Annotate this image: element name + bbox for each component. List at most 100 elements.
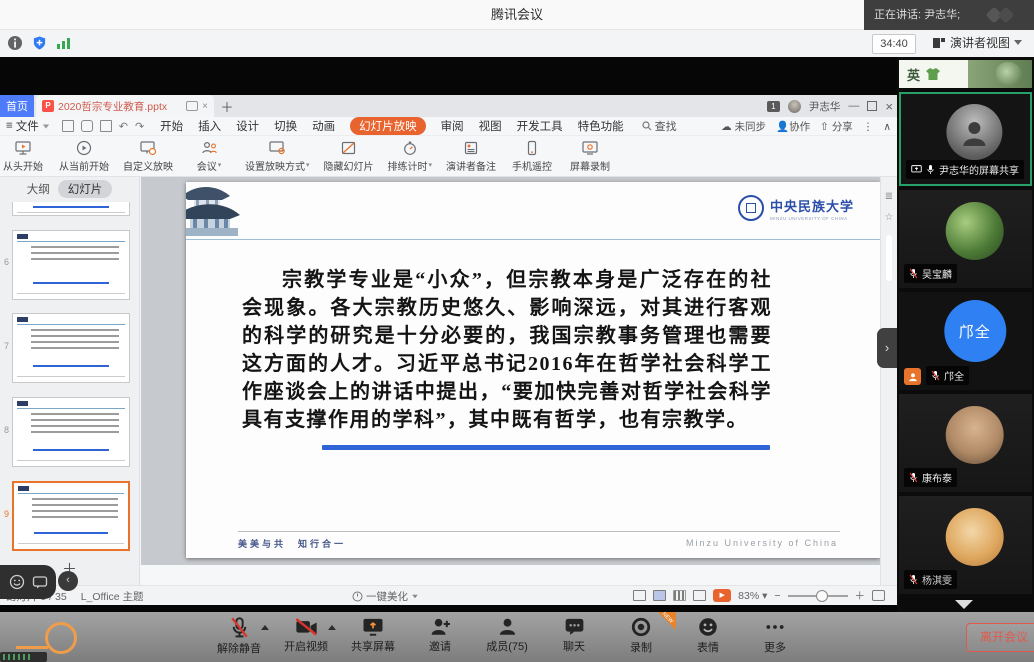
security-shield-icon[interactable] bbox=[32, 35, 47, 51]
participant-tile-partial[interactable]: 英 bbox=[899, 60, 1032, 88]
ribbon-from-beginning[interactable]: 从头开始 bbox=[0, 140, 52, 173]
close-tab-icon[interactable]: × bbox=[202, 101, 208, 112]
chat-bubble-icon[interactable] bbox=[32, 575, 48, 590]
fullscreen-icon[interactable] bbox=[872, 590, 885, 601]
members-button[interactable]: 成员(75) bbox=[484, 617, 530, 656]
search-box[interactable]: 查找 bbox=[642, 118, 677, 134]
print-preview-icon[interactable] bbox=[100, 120, 112, 132]
menu-home[interactable]: 开始 bbox=[160, 118, 183, 134]
sidebar-expand-handle[interactable]: › bbox=[877, 328, 897, 368]
star-tools-icon[interactable]: ☆ bbox=[881, 212, 897, 223]
beautify-button[interactable]: 一键美化 bbox=[352, 589, 419, 604]
network-signal-icon[interactable] bbox=[56, 36, 71, 50]
menu-view[interactable]: 视图 bbox=[479, 118, 502, 134]
window-minimize-button[interactable]: — bbox=[848, 101, 859, 112]
menu-design[interactable]: 设计 bbox=[236, 118, 259, 134]
emoji-reaction-icon[interactable] bbox=[9, 574, 25, 590]
cloud-sync-status[interactable]: ☁ 未同步 bbox=[721, 119, 766, 134]
slide-thumbnail-7[interactable] bbox=[12, 313, 130, 383]
collapse-ribbon-icon[interactable]: ∧ bbox=[883, 121, 891, 133]
ribbon-phone-remote[interactable]: 手机遥控 bbox=[503, 140, 561, 173]
zoom-slider[interactable] bbox=[788, 595, 848, 597]
leave-meeting-button[interactable]: 离开会议 bbox=[966, 623, 1034, 652]
zoom-out-icon[interactable]: − bbox=[774, 590, 780, 602]
view-mode-label: 演讲者视图 bbox=[950, 34, 1010, 51]
comment-bubble-icon bbox=[186, 101, 198, 111]
menu-slideshow[interactable]: 幻灯片放映 bbox=[350, 117, 426, 135]
zoom-percent[interactable]: 83% ▾ bbox=[738, 590, 767, 602]
ribbon-hide-slide[interactable]: 隐藏幻灯片 bbox=[317, 140, 381, 173]
vertical-scrollbar[interactable] bbox=[886, 235, 892, 281]
collapse-panel-handle[interactable]: ‹ bbox=[58, 571, 78, 591]
reading-view-icon[interactable] bbox=[693, 590, 706, 601]
menu-animations[interactable]: 动画 bbox=[312, 118, 335, 134]
meeting-info-icon[interactable] bbox=[7, 35, 23, 51]
ribbon-setup-show[interactable]: 设置放映方式▾ bbox=[238, 140, 317, 173]
participant-tile[interactable]: 吴宝麟 bbox=[899, 190, 1032, 288]
video-options-arrow-icon[interactable] bbox=[328, 625, 336, 630]
account-name[interactable]: 尹志华 bbox=[809, 99, 841, 114]
slide-sorter-icon[interactable] bbox=[673, 590, 686, 601]
slide-canvas[interactable]: 中央民族大学 MINZU UNIVERSITY OF CHINA 宗教学专业是“… bbox=[186, 182, 880, 558]
share-screen-button[interactable]: 共享屏幕 bbox=[350, 617, 396, 656]
window-restore-button[interactable] bbox=[867, 101, 877, 111]
zoom-slider-knob[interactable] bbox=[816, 590, 828, 602]
unmute-button[interactable]: 解除静音 bbox=[216, 617, 262, 656]
notes-panel-icon[interactable]: ≣ bbox=[881, 191, 897, 202]
slide-thumbnail-6[interactable] bbox=[12, 230, 130, 300]
slide-thumbnail-partial[interactable] bbox=[12, 202, 130, 216]
file-menu[interactable]: ≡ 文件 bbox=[0, 118, 56, 134]
ribbon-from-current[interactable]: 从当前开始 bbox=[52, 140, 116, 173]
tab-outline[interactable]: 大纲 bbox=[27, 181, 50, 197]
ribbon-screen-record[interactable]: 屏幕录制 bbox=[561, 140, 619, 173]
print-icon[interactable] bbox=[81, 120, 93, 132]
reaction-panel[interactable] bbox=[0, 565, 56, 599]
ribbon-meeting[interactable]: 会议▾ bbox=[180, 140, 238, 173]
normal-view-icon[interactable] bbox=[633, 590, 646, 601]
menu-insert[interactable]: 插入 bbox=[198, 118, 221, 134]
slide-thumbnail-9-selected[interactable] bbox=[12, 481, 130, 551]
new-tab-button[interactable]: ＋ bbox=[214, 95, 240, 117]
menu-special-features[interactable]: 特色功能 bbox=[578, 118, 624, 134]
university-name-en: MINZU UNIVERSITY OF CHINA bbox=[770, 216, 854, 221]
ribbon-custom-show[interactable]: 自定义放映 bbox=[116, 140, 180, 173]
account-avatar[interactable] bbox=[788, 100, 801, 113]
tab-slides[interactable]: 幻灯片 bbox=[58, 180, 113, 198]
menu-review[interactable]: 审阅 bbox=[441, 118, 464, 134]
participant-name-label: 尹志华的屏幕共享 bbox=[906, 160, 1024, 179]
scroll-more-participants-icon[interactable] bbox=[955, 600, 973, 609]
view-mode-selector[interactable]: 演讲者视图 bbox=[932, 34, 1022, 51]
redo-icon[interactable]: ↷ bbox=[135, 120, 144, 133]
start-video-button[interactable]: 开启视频 bbox=[283, 617, 329, 656]
share-button[interactable]: ⇧ 分享 bbox=[820, 119, 853, 134]
emoji-icon bbox=[698, 617, 718, 637]
slide-editing-area: 中央民族大学 MINZU UNIVERSITY OF CHINA 宗教学专业是“… bbox=[141, 177, 880, 565]
zoom-in-icon[interactable]: ＋ bbox=[855, 588, 866, 603]
collaborate-button[interactable]: 👤协作 bbox=[776, 119, 810, 134]
more-button[interactable]: 更多 bbox=[752, 617, 798, 656]
invite-button[interactable]: 邀请 bbox=[417, 617, 463, 656]
layout-icon bbox=[932, 37, 946, 49]
undo-icon[interactable]: ↶ bbox=[119, 120, 128, 133]
wps-home-tab[interactable]: 首页 bbox=[0, 95, 34, 117]
ribbon-presenter-notes[interactable]: 演讲者备注 bbox=[439, 140, 503, 173]
play-slideshow-button[interactable]: ▶ bbox=[713, 589, 731, 602]
participant-tile[interactable]: 邝全 邝全 bbox=[899, 292, 1032, 390]
save-icon[interactable] bbox=[62, 120, 74, 132]
wps-document-tab[interactable]: P 2020哲宗专业教育.pptx × bbox=[36, 95, 214, 117]
participant-tile[interactable]: 杨淇雯 bbox=[899, 496, 1032, 594]
current-view-icon[interactable] bbox=[653, 590, 666, 601]
menu-transitions[interactable]: 切换 bbox=[274, 118, 297, 134]
chat-button[interactable]: 聊天 bbox=[551, 617, 597, 656]
window-close-button[interactable]: × bbox=[885, 100, 893, 113]
emoji-button[interactable]: 表情 bbox=[685, 617, 731, 656]
more-menu-icon[interactable]: ⋮ bbox=[863, 121, 874, 133]
menu-developer[interactable]: 开发工具 bbox=[517, 118, 563, 134]
record-button[interactable]: NEW 录制 bbox=[618, 617, 664, 656]
participant-tile[interactable]: 康布泰 bbox=[899, 394, 1032, 492]
ribbon-rehearse-timings[interactable]: 排练计时▾ bbox=[381, 140, 440, 173]
participant-tile-screen-share[interactable]: 尹志华的屏幕共享 bbox=[899, 92, 1032, 186]
slide-thumbnail-8[interactable] bbox=[12, 397, 130, 467]
beautify-wand-icon bbox=[352, 591, 363, 602]
mic-options-arrow-icon[interactable] bbox=[261, 625, 269, 630]
